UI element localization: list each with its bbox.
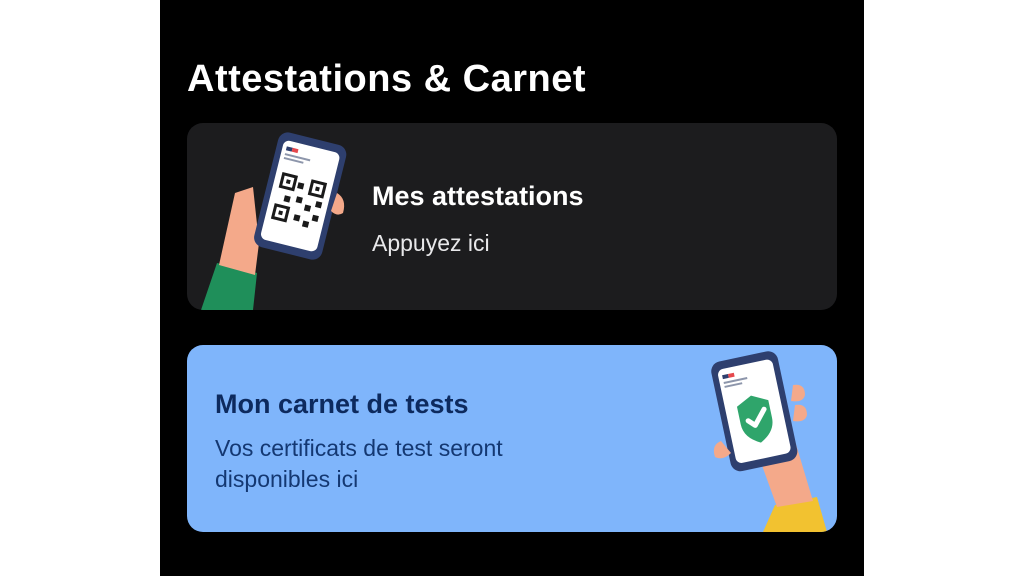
phone-check-illustration [711,351,827,532]
carnet-card[interactable]: Mon carnet de tests Vos certificats de t… [187,345,837,532]
attestations-card-subtitle: Appuyez ici [372,230,490,256]
carnet-card-title: Mon carnet de tests [215,389,469,419]
section-title: Attestations & Carnet [187,58,586,100]
phone-qr-code-illustration [201,132,347,310]
app-screen: Attestations & Carnet Mes attestations A… [160,0,864,576]
attestations-card-title: Mes attestations [372,181,584,211]
attestations-card[interactable]: Mes attestations Appuyez ici [187,123,837,310]
carnet-card-subtitle: Vos certificats de test seront disponibl… [215,435,503,492]
